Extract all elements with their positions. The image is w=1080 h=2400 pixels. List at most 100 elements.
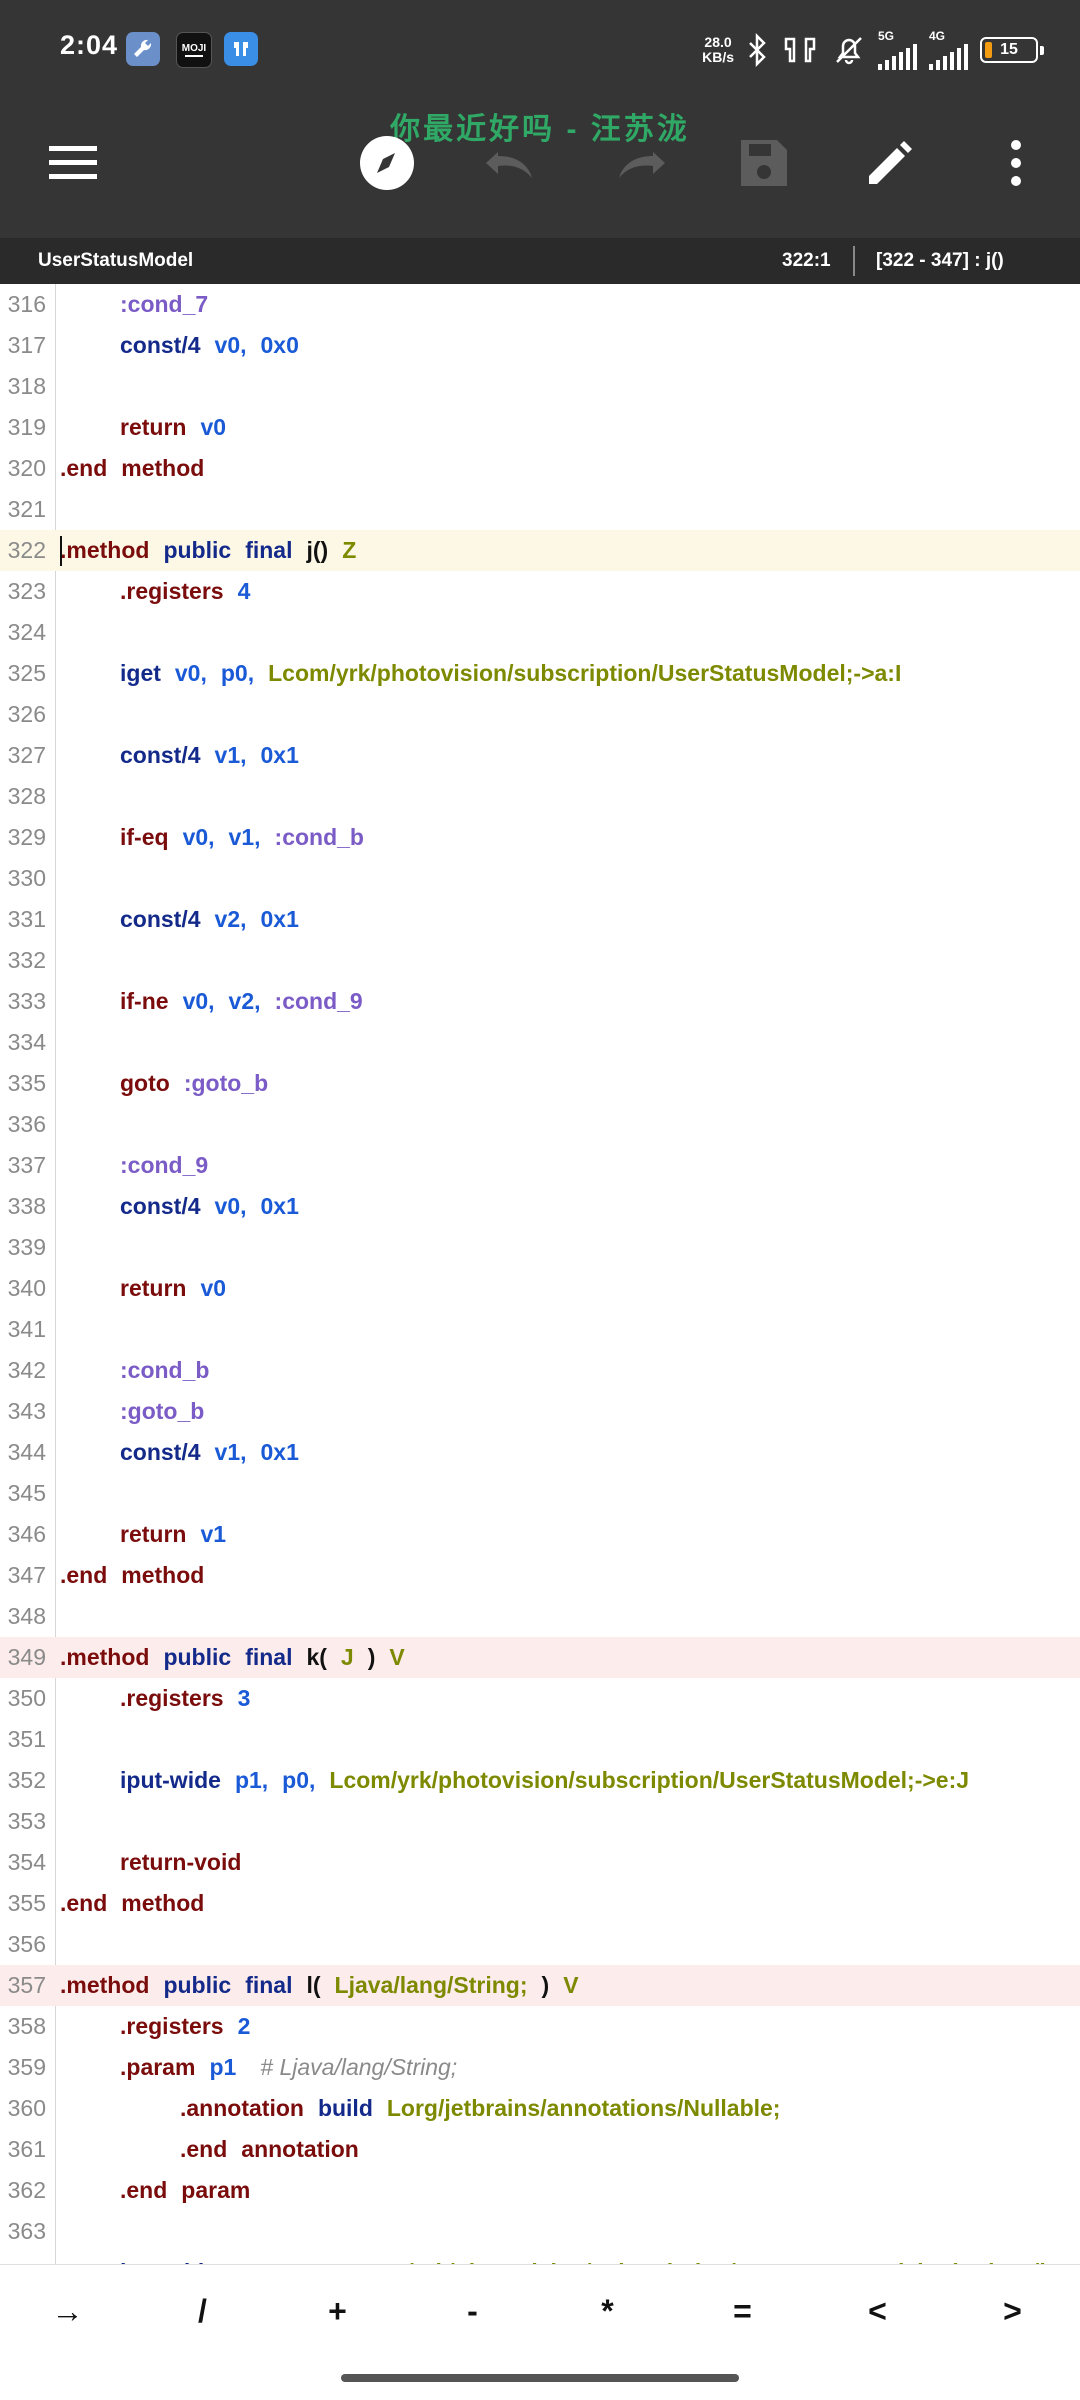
code-token: :cond_7	[120, 291, 209, 317]
code-token: Z	[342, 537, 357, 563]
line-number: 329	[7, 824, 46, 850]
symbol-key[interactable]: -	[405, 2265, 540, 2357]
line-number: 354	[7, 1849, 46, 1875]
code-line[interactable]: 364 iput-objectp1,p0,Lcom/yrk/photovision…	[0, 2252, 1080, 2264]
symbol-key[interactable]: *	[540, 2265, 675, 2357]
code-line[interactable]: 335 goto:goto_b	[0, 1063, 1080, 1104]
code-line[interactable]: 318	[0, 366, 1080, 407]
code-line[interactable]: 347 .end method	[0, 1555, 1080, 1596]
line-number: 318	[7, 373, 46, 399]
code-line[interactable]: 362 .end param	[0, 2170, 1080, 2211]
symbol-key[interactable]: /	[135, 2265, 270, 2357]
code-line[interactable]: 326	[0, 694, 1080, 735]
signal-4g: 4G	[929, 30, 968, 70]
symbol-key[interactable]: <	[810, 2265, 945, 2357]
code-line[interactable]: 329 if-eq v0, v1,:cond_b	[0, 817, 1080, 858]
code-line[interactable]: 325 iget v0, p0, Lcom/yrk/photovision/subscr…	[0, 653, 1080, 694]
line-number: 350	[7, 1685, 46, 1711]
file-name: UserStatusModel	[38, 250, 194, 271]
code-line[interactable]: 339	[0, 1227, 1080, 1268]
code-line[interactable]: 354 return-void	[0, 1842, 1080, 1883]
code-line[interactable]: 363	[0, 2211, 1080, 2252]
code-token: if-eq	[120, 824, 169, 850]
code-line[interactable]: 334	[0, 1022, 1080, 1063]
code-line[interactable]: 345	[0, 1473, 1080, 1514]
save-button[interactable]	[731, 130, 797, 196]
code-line[interactable]: 340 return v0	[0, 1268, 1080, 1309]
code-token: iput-wide	[120, 1767, 221, 1793]
undo-button[interactable]	[479, 130, 545, 196]
code-line[interactable]: 327 const/4 v1, 0x1	[0, 735, 1080, 776]
code-text: .registers 2	[120, 2006, 264, 2047]
code-line[interactable]: 333 if-ne v0, v2,:cond_9	[0, 981, 1080, 1022]
code-line[interactable]: 350 .registers 3	[0, 1678, 1080, 1719]
code-line[interactable]: 356	[0, 1924, 1080, 1965]
code-text: .registers 4	[120, 571, 264, 612]
code-line[interactable]: 341	[0, 1309, 1080, 1350]
code-line[interactable]: 344 const/4 v1, 0x1	[0, 1432, 1080, 1473]
symbol-key-bar: → / + - * = < >	[0, 2264, 1080, 2357]
symbol-key[interactable]: +	[270, 2265, 405, 2357]
code-line[interactable]: 357 .method public final l(Ljava/lang/String…	[0, 1965, 1080, 2006]
symbol-key[interactable]: =	[675, 2265, 810, 2357]
code-line[interactable]: 358 .registers 2	[0, 2006, 1080, 2047]
code-line[interactable]: 349 .method public final k(J) V	[0, 1637, 1080, 1678]
code-line[interactable]: 352 iput-wide p1, p0, Lcom/yrk/photovision/s…	[0, 1760, 1080, 1801]
code-line[interactable]: 316:cond_7	[0, 284, 1080, 325]
earbuds-icon	[784, 37, 816, 63]
code-text: .param p1 # Ljava/lang/String;	[120, 2047, 457, 2088]
line-number: 323	[7, 578, 46, 604]
code-token: v1	[200, 1521, 227, 1547]
code-line[interactable]: 322 .method public final j() Z	[0, 530, 1080, 571]
code-line[interactable]: 346 return v1	[0, 1514, 1080, 1555]
code-line[interactable]: 355 .end method	[0, 1883, 1080, 1924]
code-text: if-ne v0, v2,:cond_9	[120, 981, 377, 1022]
code-line[interactable]: 336	[0, 1104, 1080, 1145]
code-line[interactable]: 331 const/4 v2, 0x1	[0, 899, 1080, 940]
code-line[interactable]: 321	[0, 489, 1080, 530]
code-line[interactable]: 320 .end method	[0, 448, 1080, 489]
line-number: 317	[7, 332, 46, 358]
code-text: return v1	[120, 1514, 240, 1555]
symbol-key[interactable]: →	[0, 2265, 135, 2357]
code-line[interactable]: 361 .end annotation	[0, 2129, 1080, 2170]
code-token: return-void	[120, 1849, 242, 1875]
code-token: Lcom/yrk/photovision/subscription/UserSt…	[268, 660, 902, 686]
code-editor[interactable]: 316:cond_7 317 const/4 v0, 0x0 318 319 return v0…	[0, 284, 1080, 2264]
code-line[interactable]: 317 const/4 v0, 0x0	[0, 325, 1080, 366]
code-text: const/4 v1, 0x1	[120, 1432, 313, 1473]
code-line[interactable]: 324	[0, 612, 1080, 653]
code-line[interactable]: 348	[0, 1596, 1080, 1637]
line-number: 325	[7, 660, 46, 686]
code-token: :cond_b	[120, 1357, 210, 1383]
code-line[interactable]: 342:cond_b	[0, 1350, 1080, 1391]
edit-button[interactable]	[857, 130, 923, 196]
code-line[interactable]: 337:cond_9	[0, 1145, 1080, 1186]
more-options-button[interactable]	[983, 130, 1049, 196]
code-line[interactable]: 359 .param p1 # Ljava/lang/String;	[0, 2047, 1080, 2088]
menu-button[interactable]	[40, 130, 106, 196]
line-number: 321	[7, 496, 46, 522]
code-token: .method	[60, 1972, 150, 1998]
code-line[interactable]: 332	[0, 940, 1080, 981]
code-line[interactable]: 353	[0, 1801, 1080, 1842]
code-line[interactable]: 319 return v0	[0, 407, 1080, 448]
code-line[interactable]: 343:goto_b	[0, 1391, 1080, 1432]
compass-icon	[360, 136, 414, 190]
code-text: return v0	[120, 1268, 240, 1309]
code-line[interactable]: 330	[0, 858, 1080, 899]
redo-button[interactable]	[606, 130, 672, 196]
home-indicator[interactable]	[341, 2374, 739, 2382]
code-line[interactable]: 360 .annotation build Lorg/jetbrains/annota…	[0, 2088, 1080, 2129]
code-token: Lorg/jetbrains/annotations/Nullable;	[386, 2095, 781, 2121]
code-token: 0x1	[260, 742, 299, 768]
code-line[interactable]: 323 .registers 4	[0, 571, 1080, 612]
code-token: :cond_b	[274, 824, 364, 850]
symbol-key[interactable]: >	[945, 2265, 1080, 2357]
code-line[interactable]: 351	[0, 1719, 1080, 1760]
code-line[interactable]: 328	[0, 776, 1080, 817]
method-range[interactable]: [322 - 347] : j()	[876, 250, 1004, 272]
code-line[interactable]: 338 const/4 v0, 0x1	[0, 1186, 1080, 1227]
navigate-button[interactable]	[354, 130, 420, 196]
code-token: .registers	[120, 578, 224, 604]
